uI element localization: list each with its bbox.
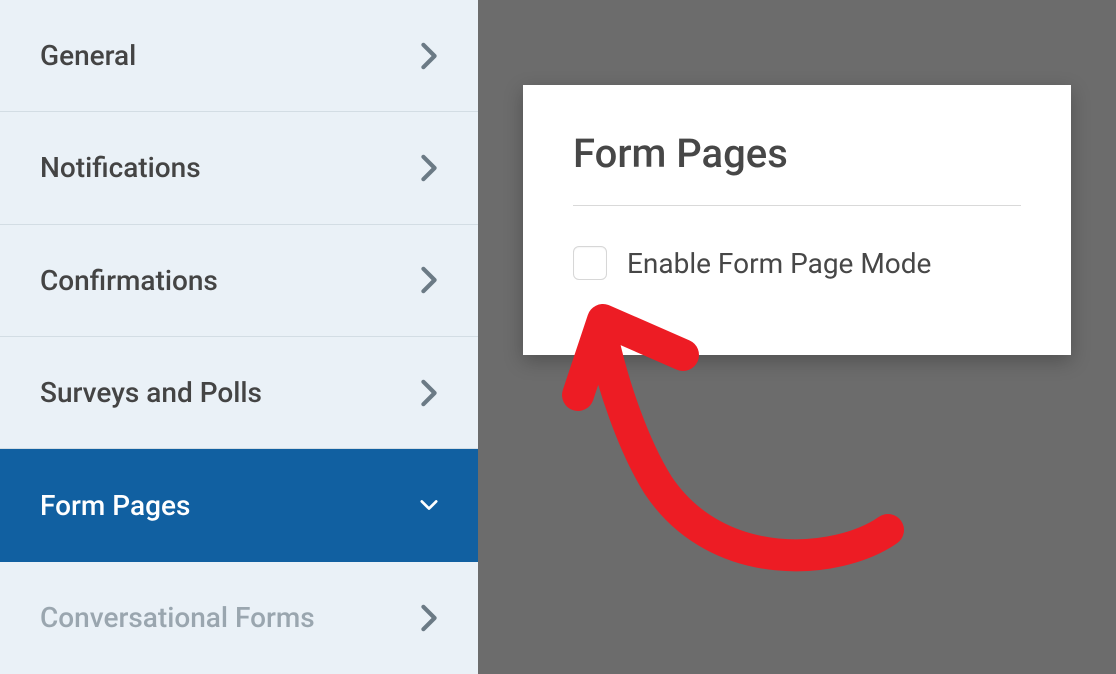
- sidebar-item-label: Notifications: [40, 151, 201, 184]
- sidebar-item-general[interactable]: General: [0, 0, 478, 112]
- sidebar-item-form-pages[interactable]: Form Pages: [0, 449, 478, 561]
- sidebar-item-conversational-forms[interactable]: Conversational Forms: [0, 562, 478, 674]
- sidebar-item-label: General: [40, 39, 136, 72]
- chevron-right-icon: [420, 266, 438, 294]
- panel-title: Form Pages: [573, 130, 1021, 206]
- sidebar-item-label: Conversational Forms: [40, 601, 315, 634]
- sidebar-item-confirmations[interactable]: Confirmations: [0, 225, 478, 337]
- sidebar-item-label: Form Pages: [40, 489, 190, 522]
- form-pages-panel: Form Pages Enable Form Page Mode: [523, 85, 1071, 355]
- chevron-down-icon: [420, 491, 438, 519]
- enable-form-page-mode-row: Enable Form Page Mode: [573, 246, 1021, 280]
- settings-sidebar: General Notifications Confirmations Surv…: [0, 0, 478, 674]
- checkbox-label: Enable Form Page Mode: [627, 247, 931, 280]
- sidebar-item-label: Surveys and Polls: [40, 376, 262, 409]
- chevron-right-icon: [420, 604, 438, 632]
- sidebar-item-surveys-polls[interactable]: Surveys and Polls: [0, 337, 478, 449]
- enable-form-page-mode-checkbox[interactable]: [573, 246, 607, 280]
- sidebar-item-notifications[interactable]: Notifications: [0, 112, 478, 224]
- chevron-right-icon: [420, 154, 438, 182]
- sidebar-item-label: Confirmations: [40, 264, 218, 297]
- content-area: Form Pages Enable Form Page Mode: [478, 0, 1116, 674]
- chevron-right-icon: [420, 42, 438, 70]
- chevron-right-icon: [420, 379, 438, 407]
